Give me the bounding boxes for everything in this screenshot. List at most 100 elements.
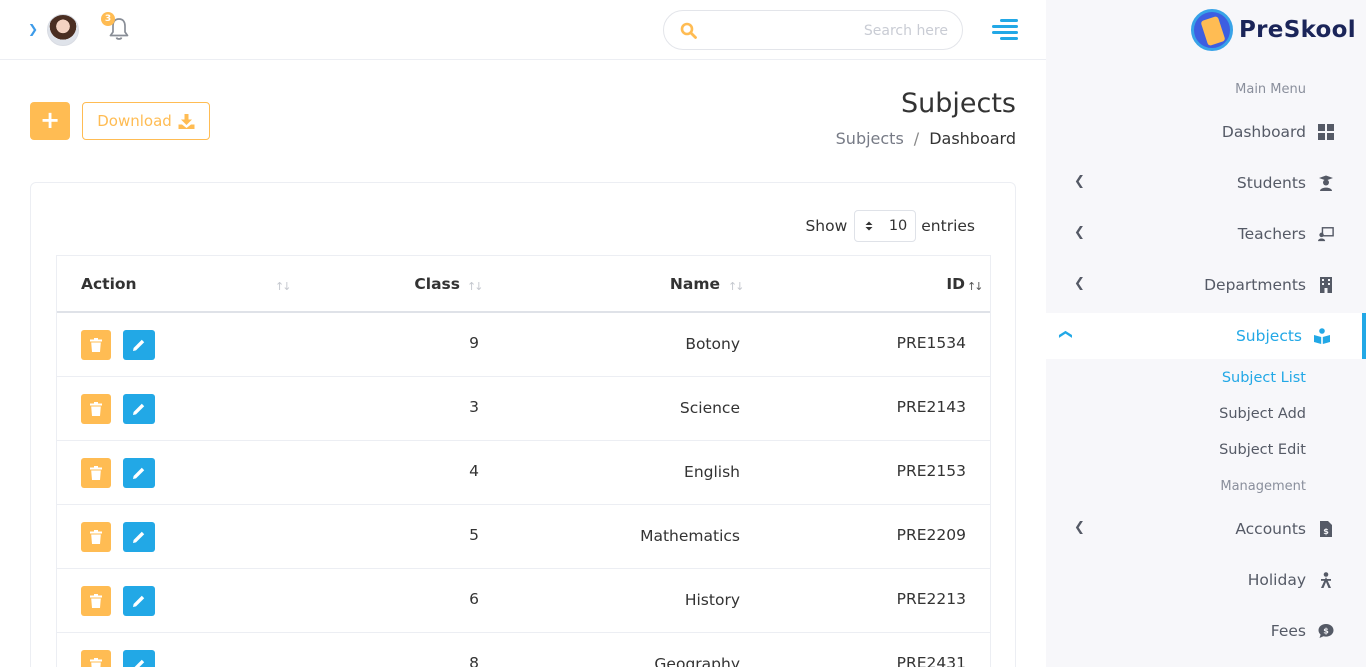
sidebar-item-students[interactable]: ❮ Students — [1046, 160, 1366, 206]
sidebar-item-label: Accounts — [1235, 520, 1306, 538]
show-label: Show — [805, 217, 848, 235]
sort-icon[interactable]: ↑↓ — [467, 280, 484, 293]
sort-icon[interactable]: ↑↓ — [275, 280, 292, 293]
sidebar-item-label: Subjects — [1235, 327, 1302, 345]
chevron-left-icon: ❮ — [1074, 520, 1085, 535]
edit-button[interactable] — [123, 330, 155, 360]
table-row: 5 Mathematics PRE2209 — [57, 505, 990, 569]
subjects-table: Action ↑↓ Class ↑↓ Name ↑↓ ID ↑↓ 9 Boton… — [56, 255, 991, 667]
sidebar-subitem-subject-edit[interactable]: Subject Edit — [1219, 442, 1306, 458]
cell-class: 3 — [469, 398, 479, 416]
graduate-icon — [1318, 175, 1334, 191]
breadcrumb-dashboard[interactable]: Dashboard — [929, 129, 1016, 148]
cell-id: PRE2143 — [896, 398, 966, 416]
sort-icon[interactable]: ↑↓ — [728, 280, 745, 293]
dashboard-icon — [1318, 124, 1334, 140]
edit-button[interactable] — [123, 586, 155, 616]
notification-badge: 3 — [101, 12, 115, 26]
cell-name: English — [684, 463, 740, 481]
table-row: 4 English PRE2153 — [57, 441, 990, 505]
teacher-board-icon — [1318, 226, 1334, 242]
delete-button[interactable] — [81, 394, 111, 424]
sidebar-item-departments[interactable]: ❮ Departments — [1046, 262, 1366, 308]
cell-id: PRE2153 — [896, 462, 966, 480]
pencil-icon — [133, 467, 145, 479]
sidebar-item-teachers[interactable]: ❮ Teachers — [1046, 211, 1366, 257]
menu-toggle-icon[interactable] — [992, 18, 1018, 42]
app-root: ❯ 3 + Download Subjects Subjects — [0, 0, 1366, 667]
trash-icon — [90, 658, 102, 667]
cell-class: 8 — [469, 654, 479, 667]
trash-icon — [90, 594, 102, 608]
page-title: Subjects — [900, 88, 1016, 119]
invoice-icon: $ — [1318, 521, 1334, 537]
chevron-left-icon: ❮ — [1074, 174, 1085, 189]
sidebar-item-dashboard[interactable]: Dashboard — [1046, 109, 1366, 155]
cell-id: PRE2213 — [896, 590, 966, 608]
edit-button[interactable] — [123, 394, 155, 424]
sidebar-item-accounts[interactable]: ❮ Accounts $ — [1046, 506, 1366, 552]
cell-name: History — [684, 591, 740, 609]
select-updown-icon — [865, 221, 873, 231]
cell-id: PRE2209 — [896, 526, 966, 544]
sidebar-item-subjects[interactable]: ❮ Subjects — [1046, 313, 1366, 359]
cell-class: 5 — [469, 526, 479, 544]
edit-button[interactable] — [123, 522, 155, 552]
sidebar-item-label: Departments — [1204, 276, 1306, 294]
search-icon[interactable] — [680, 22, 697, 39]
add-subject-button[interactable]: + — [30, 102, 70, 140]
download-button[interactable]: Download — [82, 102, 210, 140]
table-row: 6 History PRE2213 — [57, 569, 990, 633]
pencil-icon — [133, 531, 145, 543]
sidebar-subitem-subject-add[interactable]: Subject Add — [1219, 406, 1306, 422]
sort-asc-icon[interactable]: ↑↓ — [967, 280, 984, 293]
pencil-icon — [133, 595, 145, 607]
search-input[interactable] — [704, 19, 948, 43]
user-avatar[interactable] — [47, 14, 79, 46]
sidebar-item-label: Dashboard — [1221, 123, 1306, 141]
delete-button[interactable] — [81, 330, 111, 360]
table-row: 9 Botony PRE1534 — [57, 313, 990, 377]
cell-id: PRE2431 — [896, 654, 966, 667]
breadcrumb: Subjects / Dashboard — [836, 129, 1016, 148]
trash-icon — [90, 530, 102, 544]
chevron-left-icon: ❮ — [1074, 276, 1085, 291]
brand-logo[interactable]: PreSkool — [1191, 9, 1356, 51]
profile-chevron-down-icon[interactable]: ❯ — [28, 22, 38, 36]
pencil-icon — [133, 339, 145, 351]
entries-select[interactable]: 10 — [854, 210, 917, 242]
comment-dollar-icon: $ — [1318, 623, 1334, 639]
column-header-name[interactable]: Name — [670, 275, 720, 293]
column-header-class[interactable]: Class — [414, 275, 460, 293]
delete-button[interactable] — [81, 586, 111, 616]
trash-icon — [90, 338, 102, 352]
trash-icon — [90, 402, 102, 416]
svg-text:$: $ — [1323, 627, 1329, 636]
cell-name: Geography — [654, 655, 740, 667]
menu-section-main: Main Menu — [1235, 82, 1306, 97]
download-icon — [178, 113, 195, 129]
edit-button[interactable] — [123, 650, 155, 667]
menu-section-management: Management — [1220, 479, 1306, 494]
subjects-card: Show 10 entries Action ↑↓ Class ↑↓ Name … — [30, 182, 1016, 667]
sidebar-subitem-subject-list[interactable]: Subject List — [1222, 370, 1306, 386]
delete-button[interactable] — [81, 650, 111, 667]
breadcrumb-separator: / — [913, 129, 920, 148]
top-header: ❯ 3 — [0, 0, 1046, 60]
breadcrumb-subjects[interactable]: Subjects — [836, 129, 904, 148]
cell-class: 4 — [469, 462, 479, 480]
delete-button[interactable] — [81, 522, 111, 552]
search-box — [663, 10, 963, 50]
sidebar-item-label: Teachers — [1237, 225, 1306, 243]
sidebar-item-fees[interactable]: Fees $ — [1046, 608, 1366, 654]
entries-value: 10 — [888, 218, 908, 234]
table-header: Action ↑↓ Class ↑↓ Name ↑↓ ID ↑↓ — [57, 255, 990, 313]
sidebar-item-holiday[interactable]: Holiday — [1046, 557, 1366, 603]
column-header-action[interactable]: Action — [81, 275, 137, 293]
edit-button[interactable] — [123, 458, 155, 488]
delete-button[interactable] — [81, 458, 111, 488]
cell-class: 9 — [469, 334, 479, 352]
column-header-id[interactable]: ID — [946, 275, 965, 293]
pencil-icon — [134, 659, 145, 667]
sidebar: PreSkool Main Menu Dashboard ❮ Students … — [1046, 0, 1366, 667]
